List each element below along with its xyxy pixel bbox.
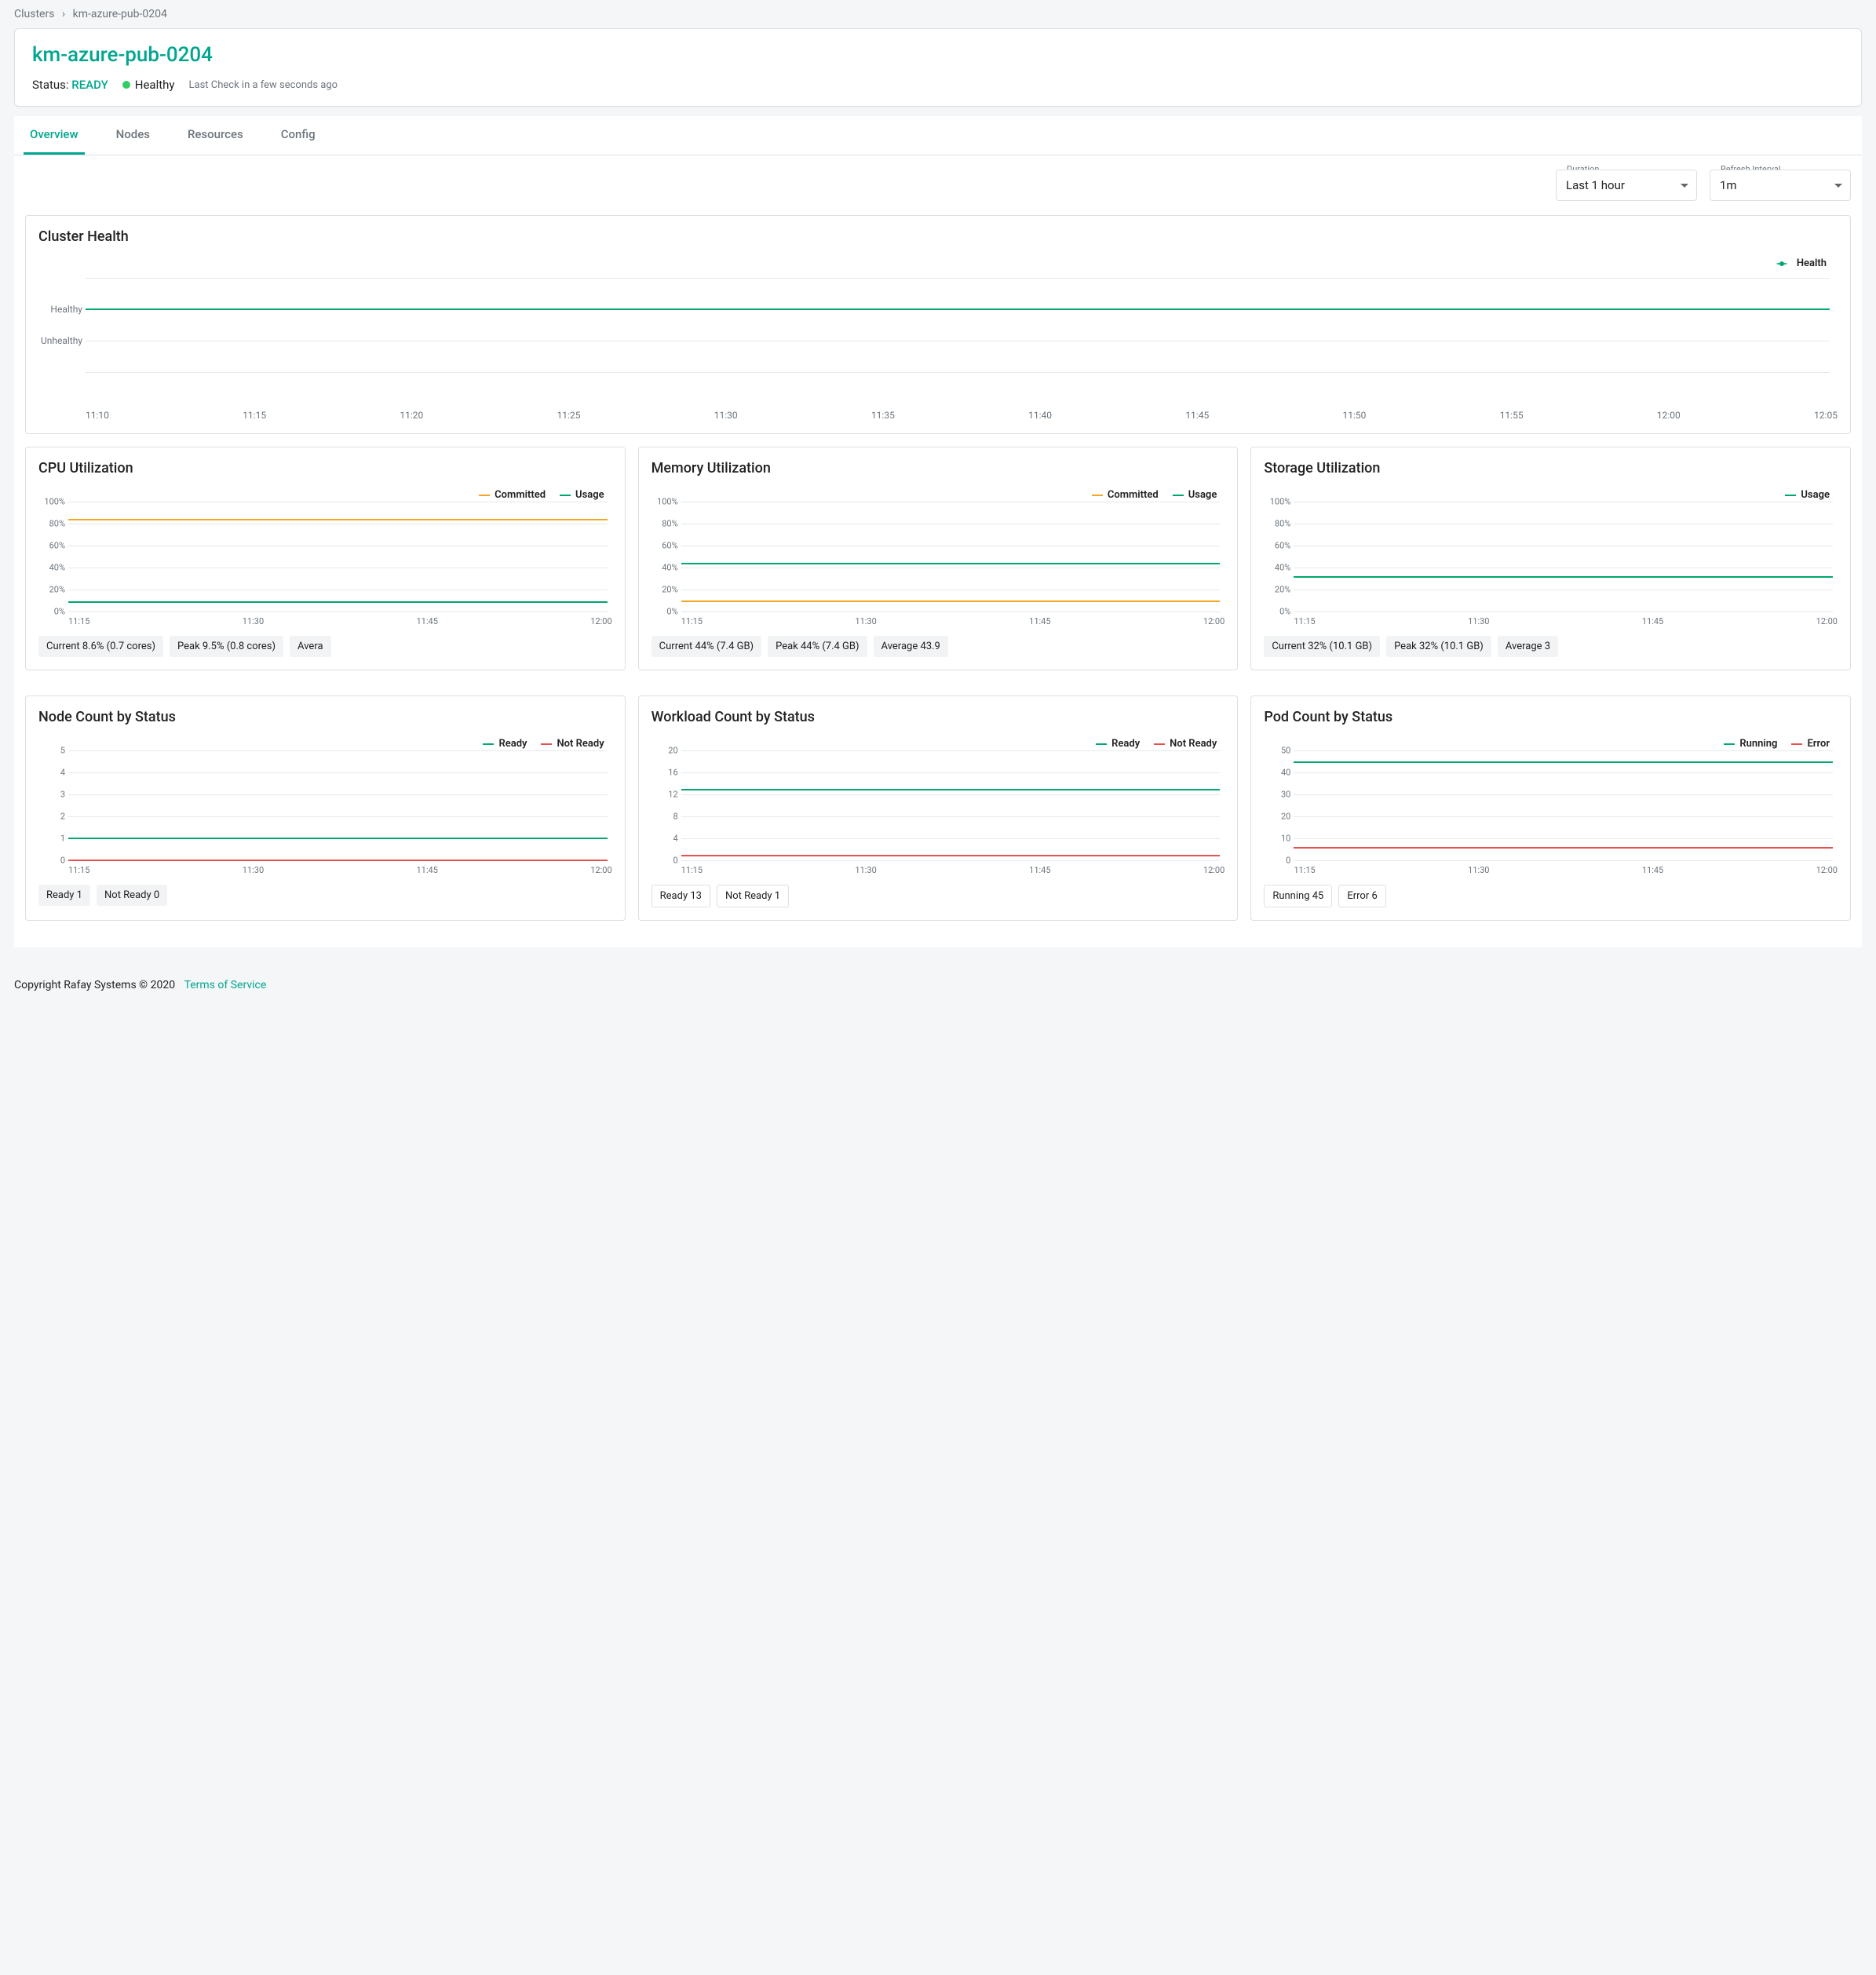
stat-avg: Average 3 [1498,636,1558,657]
duration-select[interactable]: Last 1 hour [1556,170,1697,201]
legend-health[interactable]: Health [1776,257,1827,269]
stat-notready: Not Ready 0 [97,885,167,906]
workload-chart: Ready Not Ready 20 16 12 8 4 0 [681,735,1221,860]
storage-usage-series [1294,576,1833,578]
refresh-select[interactable]: 1m [1710,170,1851,201]
tab-resources[interactable]: Resources [181,116,250,155]
last-check-text: Last Check in a few seconds ago [189,79,338,91]
tab-overview[interactable]: Overview [24,116,85,155]
stat-current: Current 44% (7.4 GB) [651,636,761,657]
tab-config[interactable]: Config [275,116,322,155]
stat-peak: Peak 32% (10.1 GB) [1386,636,1491,657]
panel-title: Pod Count by Status [1264,709,1838,725]
legend-ready[interactable]: Ready [483,738,527,750]
xticks: 11:1011:15 11:2011:25 11:3011:35 11:4011… [86,410,1838,421]
health-dot-icon [122,81,130,89]
panel-workload-count: Workload Count by Status Ready Not Ready… [638,695,1239,921]
legend-committed[interactable]: Committed [1092,489,1159,501]
legend-usage[interactable]: Usage [1785,489,1830,501]
breadcrumb-current: km-azure-pub-0204 [73,8,167,20]
pod-chart: Running Error 50 40 30 20 10 0 [1294,735,1833,860]
cpu-committed-series [68,519,608,520]
breadcrumb-root[interactable]: Clusters [14,8,54,20]
legend-ready[interactable]: Ready [1096,738,1140,750]
memory-chart: Committed Usage 100% 80% 60% 40% 20% 0% [681,486,1221,611]
stat-avg: Average 43.9 [874,636,948,657]
stat-notready: Not Ready 1 [717,885,789,907]
cluster-title: km-azure-pub-0204 [32,43,1844,67]
legend-error[interactable]: Error [1791,738,1830,750]
pod-error-series [1294,847,1833,849]
health-indicator: Healthy [122,78,175,92]
tab-nodes[interactable]: Nodes [110,116,156,155]
cluster-header-card: km-azure-pub-0204 Status: READY Healthy … [14,28,1862,107]
footer: Copyright Rafay Systems © 2020 Terms of … [0,962,1876,1009]
ylabel-healthy: Healthy [38,304,82,315]
breadcrumb-sep: › [62,8,65,20]
terms-of-service-link[interactable]: Terms of Service [184,979,267,991]
storage-chart: Usage 100% 80% 60% 40% 20% 0% [1294,486,1833,611]
workload-notready-series [681,855,1221,856]
mem-committed-series [681,601,1221,602]
stat-error: Error 6 [1338,885,1385,907]
chevron-down-icon [1834,184,1842,188]
panel-title: CPU Utilization [38,460,612,476]
copyright-text: Copyright Rafay Systems © 2020 [14,979,175,991]
panel-title: Cluster Health [38,228,1838,245]
stat-ready: Ready 1 [38,885,90,906]
stat-peak: Peak 44% (7.4 GB) [768,636,867,657]
panel-title: Storage Utilization [1264,460,1838,476]
node-ready-series [68,838,608,839]
mem-usage-series [681,563,1221,564]
panel-title: Workload Count by Status [651,709,1225,725]
chevron-down-icon [1681,184,1688,188]
legend-notready[interactable]: Not Ready [541,738,604,750]
legend-usage[interactable]: Usage [1173,489,1217,501]
breadcrumb: Clusters › km-azure-pub-0204 [14,0,1862,28]
legend-usage[interactable]: Usage [560,489,604,501]
stat-ready: Ready 13 [651,885,710,907]
node-notready-series [68,860,608,861]
panel-pod-count: Pod Count by Status Running Error 50 40 … [1250,695,1851,921]
health-series [86,308,1830,310]
legend-running[interactable]: Running [1724,738,1777,750]
cpu-usage-series [68,601,608,603]
status-value: READY [71,78,108,92]
ylabel-unhealthy: Unhealthy [38,335,82,346]
stat-avg: Avera [290,636,331,657]
workload-ready-series [681,789,1221,790]
stat-running: Running 45 [1264,885,1332,907]
tab-bar: Overview Nodes Resources Config [14,116,1862,155]
node-chart: Ready Not Ready 5 4 3 2 1 0 [68,735,608,860]
legend-committed[interactable]: Committed [479,489,546,501]
stat-current: Current 32% (10.1 GB) [1264,636,1380,657]
legend-notready[interactable]: Not Ready [1154,738,1217,750]
panel-storage: Storage Utilization Usage 100% 80% 60% 4… [1250,447,1851,670]
panel-title: Node Count by Status [38,709,612,725]
panel-memory: Memory Utilization Committed Usage 100% … [638,447,1239,670]
panel-cluster-health: Cluster Health Health Healthy Unhealthy [25,215,1851,434]
panel-title: Memory Utilization [651,460,1225,476]
pod-running-series [1294,761,1833,763]
cpu-chart: Committed Usage 100% 80% 60% 40% 20% 0% [68,486,608,611]
status-text: Status: READY [32,78,108,92]
cluster-health-chart: Health Healthy Unhealthy [86,254,1830,403]
panel-node-count: Node Count by Status Ready Not Ready 5 4… [25,695,626,921]
stat-peak: Peak 9.5% (0.8 cores) [170,636,283,657]
panel-cpu: CPU Utilization Committed Usage 100% 80%… [25,447,626,670]
stat-current: Current 8.6% (0.7 cores) [38,636,163,657]
